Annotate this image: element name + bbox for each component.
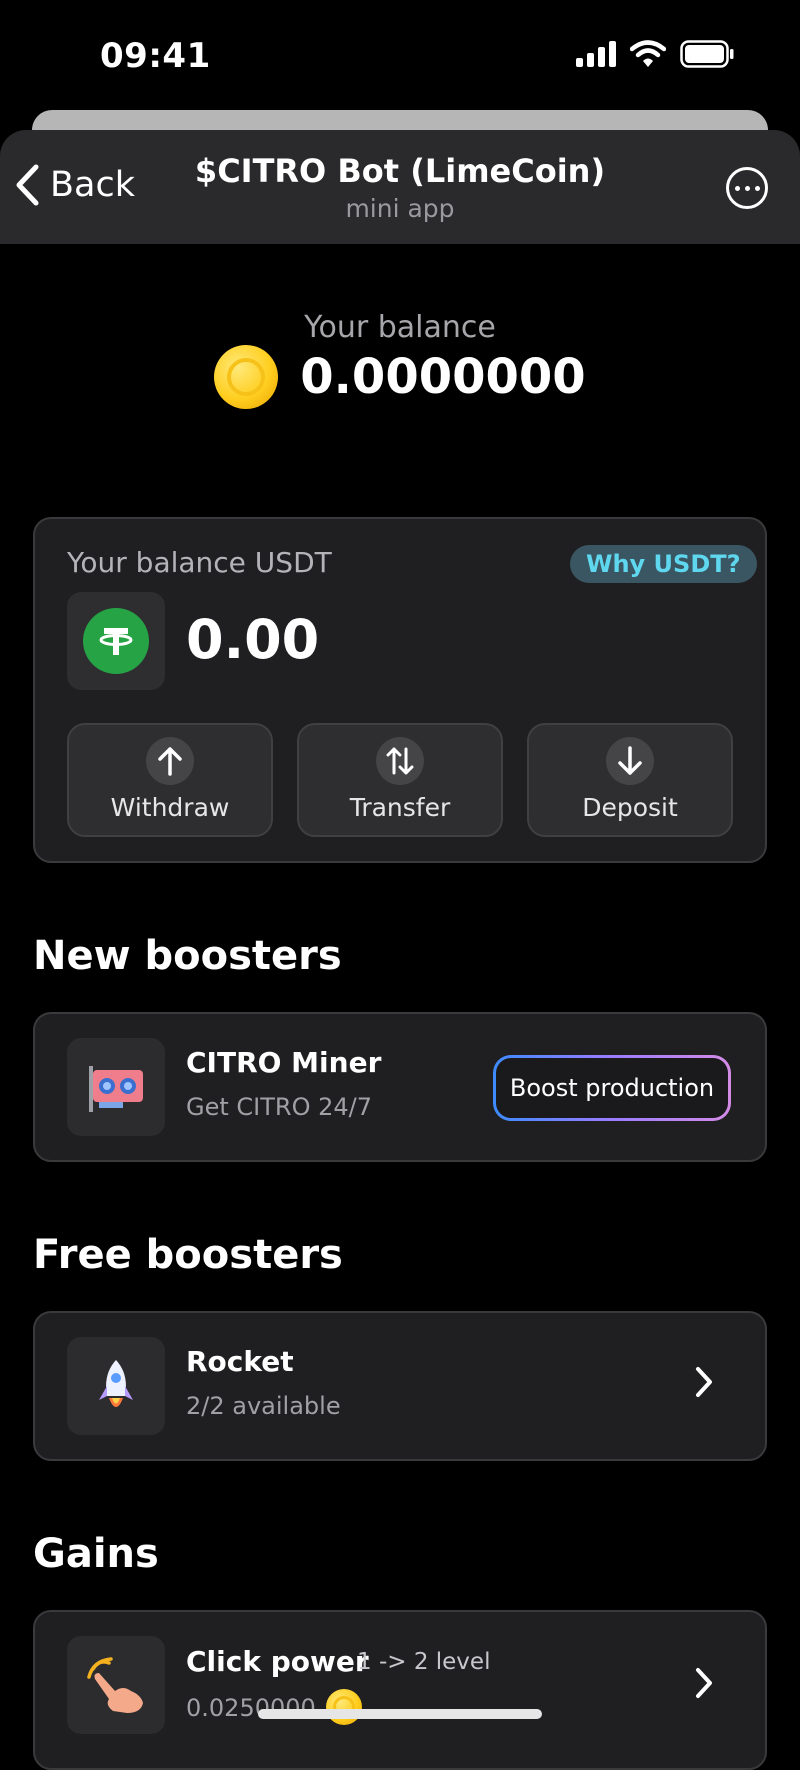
citro-miner-subtitle: Get CITRO 24/7 [186, 1093, 372, 1121]
click-power-title: Click power [186, 1645, 369, 1678]
deposit-button[interactable]: Deposit [527, 723, 733, 837]
balance-value: 0.0000000 [300, 349, 586, 405]
status-icons [576, 40, 734, 68]
rocket-subtitle: 2/2 available [186, 1392, 341, 1420]
rocket-icon [67, 1337, 165, 1435]
battery-icon [680, 40, 734, 68]
balance-label: Your balance [304, 310, 496, 345]
status-time: 09:41 [100, 36, 211, 76]
chevron-right-icon [696, 1668, 712, 1698]
usdt-balance-label: Your balance USDT [67, 546, 332, 579]
more-dot [754, 185, 760, 191]
home-indicator[interactable] [258, 1709, 542, 1719]
gains-heading: Gains [33, 1531, 159, 1577]
usdt-balance-value: 0.00 [186, 608, 320, 671]
chevron-left-icon [16, 164, 39, 206]
citro-miner-title: CITRO Miner [186, 1046, 382, 1079]
why-usdt-button[interactable]: Why USDT? [570, 545, 757, 583]
tap-hand-icon [67, 1636, 165, 1734]
boost-production-button[interactable]: Boost production [493, 1055, 731, 1121]
balance-row: 0.0000000 [0, 345, 800, 409]
coin-icon-small [326, 1689, 362, 1725]
cellular-signal-icon [576, 41, 616, 67]
gpu-icon [67, 1038, 165, 1136]
coin-icon [214, 345, 279, 409]
wifi-icon [630, 40, 666, 67]
page-title: $CITRO Bot (LimeCoin) [194, 152, 606, 190]
arrow-down-icon [606, 737, 654, 785]
free-boosters-heading: Free boosters [33, 1232, 343, 1278]
deposit-label: Deposit [582, 793, 678, 822]
transfer-label: Transfer [349, 793, 451, 822]
click-power-level: 1 -> 2 level [357, 1649, 491, 1675]
arrow-up-icon [146, 737, 194, 785]
more-options-button[interactable] [726, 167, 768, 209]
rocket-title: Rocket [186, 1345, 294, 1378]
chevron-right-icon [696, 1367, 712, 1397]
tether-icon [83, 608, 149, 674]
more-dot [734, 185, 740, 191]
back-button[interactable]: Back [14, 164, 135, 206]
boost-production-label: Boost production [496, 1058, 728, 1118]
more-dot [744, 185, 750, 191]
page-subtitle: mini app [345, 194, 455, 223]
transfer-button[interactable]: Transfer [297, 723, 503, 837]
back-label: Back [50, 165, 135, 205]
usdt-icon-container [67, 592, 165, 690]
withdraw-button[interactable]: Withdraw [67, 723, 273, 837]
transfer-icon [376, 737, 424, 785]
withdraw-label: Withdraw [110, 793, 230, 822]
new-boosters-heading: New boosters [33, 933, 342, 979]
